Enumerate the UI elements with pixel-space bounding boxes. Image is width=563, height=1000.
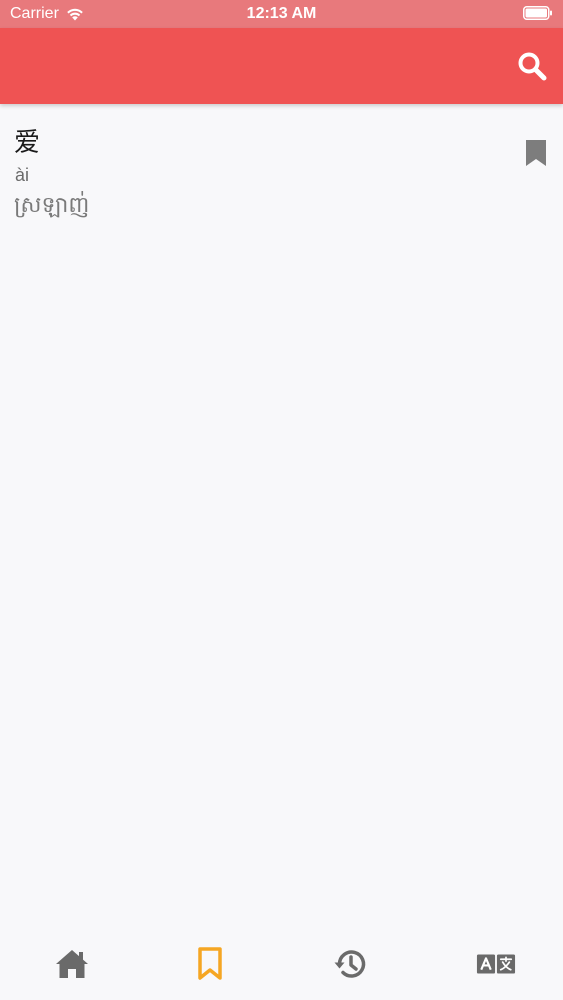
bookmark-list: 爱 ài ស្រឡាញ់ xyxy=(0,104,563,930)
nav-translate[interactable] xyxy=(476,944,516,984)
entry-translation: ស្រឡាញ់ xyxy=(14,193,90,218)
status-bar: Carrier 12:13 AM xyxy=(0,0,563,28)
home-icon xyxy=(56,950,88,978)
bottom-navigation xyxy=(0,930,563,1000)
battery-icon xyxy=(523,6,552,20)
entry-hanzi: 爱 xyxy=(14,128,41,158)
bookmark-toggle-button[interactable] xyxy=(525,139,547,167)
nav-bookmarks[interactable] xyxy=(190,944,230,984)
app-bar xyxy=(0,28,563,104)
translate-icon xyxy=(476,954,516,974)
status-time: 12:13 AM xyxy=(246,5,317,22)
entry-pinyin: ài xyxy=(15,165,30,185)
bookmark-filled-icon xyxy=(526,140,546,166)
nav-history[interactable] xyxy=(330,944,370,984)
list-item[interactable]: 爱 ài ស្រឡាញ់ xyxy=(0,124,563,234)
search-button[interactable] xyxy=(517,51,547,81)
nav-home[interactable] xyxy=(52,944,92,984)
search-icon xyxy=(518,52,547,81)
history-icon xyxy=(334,950,366,978)
bookmark-icon xyxy=(198,947,222,980)
